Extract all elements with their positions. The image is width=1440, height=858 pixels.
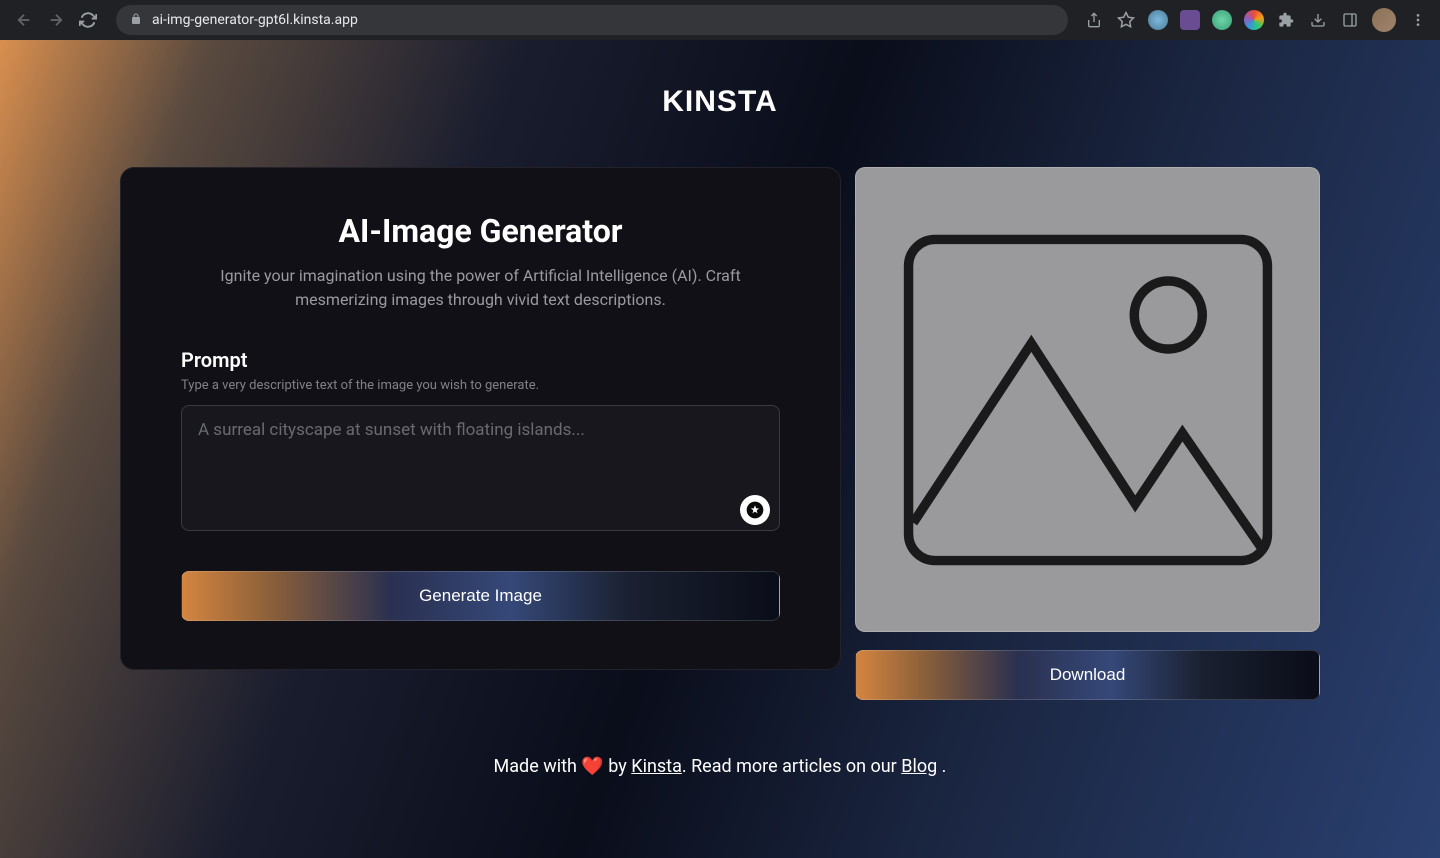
- chrome-actions: [1084, 8, 1428, 32]
- forward-button[interactable]: [44, 8, 68, 32]
- heart-icon: ❤️: [581, 756, 603, 777]
- url-text: ai-img-generator-gpt6l.kinsta.app: [152, 12, 358, 28]
- nav-buttons: [12, 8, 100, 32]
- browser-chrome: ai-img-generator-gpt6l.kinsta.app: [0, 0, 1440, 40]
- menu-icon[interactable]: [1408, 10, 1428, 30]
- back-button[interactable]: [12, 8, 36, 32]
- image-preview-placeholder: [855, 167, 1320, 632]
- kinsta-logo: KINSTA: [662, 85, 777, 119]
- reload-button[interactable]: [76, 8, 100, 32]
- page-title: AI-Image Generator: [181, 212, 780, 250]
- grammarly-icon[interactable]: [740, 495, 770, 525]
- prompt-input[interactable]: [181, 405, 780, 531]
- share-icon[interactable]: [1084, 10, 1104, 30]
- footer-middle: . Read more articles on our: [682, 756, 901, 777]
- blog-link[interactable]: Blog: [901, 756, 937, 777]
- preview-panel: Download: [855, 167, 1320, 700]
- profile-avatar[interactable]: [1372, 8, 1396, 32]
- kinsta-link[interactable]: Kinsta: [631, 756, 682, 777]
- star-icon[interactable]: [1116, 10, 1136, 30]
- placeholder-image-icon: [898, 230, 1278, 570]
- footer-text: Made with ❤️ by Kinsta. Read more articl…: [494, 756, 947, 777]
- prompt-hint: Type a very descriptive text of the imag…: [181, 378, 780, 393]
- footer-prefix: Made with: [494, 756, 582, 777]
- extensions-icon[interactable]: [1276, 10, 1296, 30]
- main-content: AI-Image Generator Ignite your imaginati…: [0, 167, 1440, 700]
- footer-suffix: .: [937, 756, 946, 777]
- page-subtitle: Ignite your imagination using the power …: [181, 264, 780, 312]
- download-icon[interactable]: [1308, 10, 1328, 30]
- panel-icon[interactable]: [1340, 10, 1360, 30]
- generator-form-card: AI-Image Generator Ignite your imaginati…: [120, 167, 841, 670]
- page-content: KINSTA AI-Image Generator Ignite your im…: [0, 40, 1440, 858]
- extension-icon-4[interactable]: [1244, 10, 1264, 30]
- lock-icon: [130, 13, 142, 28]
- footer-by: by: [604, 756, 631, 777]
- extension-icon-3[interactable]: [1212, 10, 1232, 30]
- download-button[interactable]: Download: [855, 650, 1320, 700]
- extension-icon-1[interactable]: [1148, 10, 1168, 30]
- extension-icon-2[interactable]: [1180, 10, 1200, 30]
- generate-button[interactable]: Generate Image: [181, 571, 780, 621]
- textarea-wrapper: [181, 405, 780, 535]
- address-bar[interactable]: ai-img-generator-gpt6l.kinsta.app: [116, 5, 1068, 35]
- prompt-label: Prompt: [181, 348, 780, 372]
